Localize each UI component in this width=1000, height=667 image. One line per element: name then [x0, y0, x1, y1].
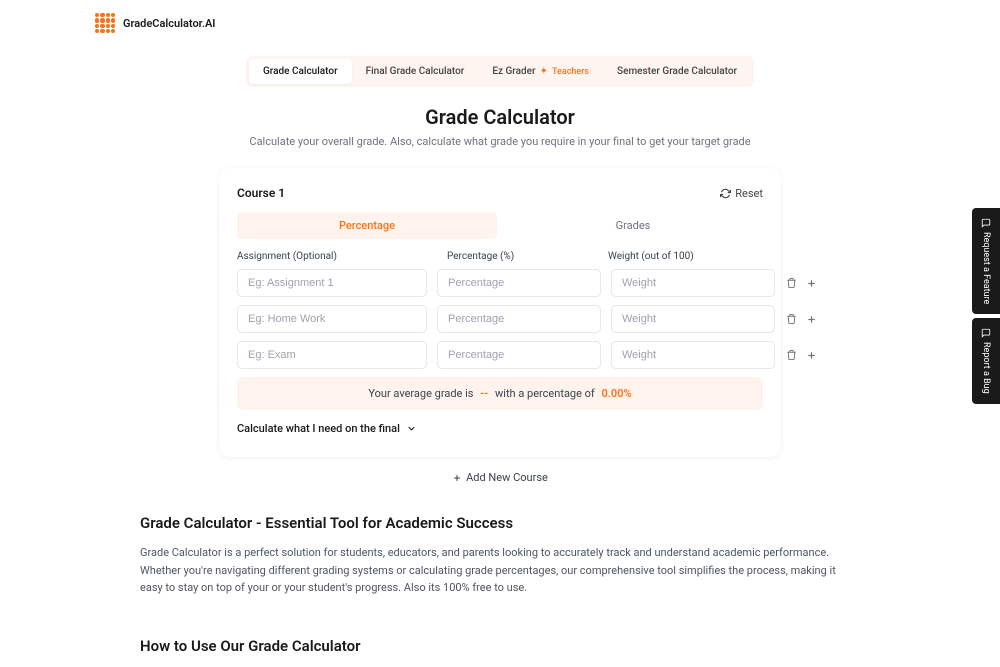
request-feature-button[interactable]: Request a Feature: [972, 208, 1000, 314]
brand-text[interactable]: GradeCalculator.AI: [123, 17, 215, 30]
delete-row-button[interactable]: [785, 348, 797, 362]
plus-icon: [806, 314, 817, 325]
how-title: How to Use Our Grade Calculator: [140, 637, 860, 655]
page-subtitle: Calculate your overall grade. Also, calc…: [0, 135, 1000, 148]
how-section: How to Use Our Grade Calculator: [120, 637, 880, 655]
mode-tab-grades[interactable]: Grades: [503, 212, 763, 239]
essential-section: Grade Calculator - Essential Tool for Ac…: [120, 514, 880, 597]
result-grade-value: --: [480, 387, 488, 400]
essential-title: Grade Calculator - Essential Tool for Ac…: [140, 514, 860, 532]
final-calc-label: Calculate what I need on the final: [237, 422, 400, 435]
tab-grade-calculator[interactable]: Grade Calculator: [249, 59, 352, 84]
result-bar: Your average grade is -- with a percenta…: [237, 377, 763, 410]
refresh-icon: [720, 188, 731, 199]
assignment-input[interactable]: [237, 341, 427, 369]
tab-ez-grader[interactable]: Ez Grader ✦ Teachers: [478, 59, 603, 84]
comment-icon: [981, 328, 991, 338]
weight-input[interactable]: [611, 269, 775, 297]
final-calc-toggle[interactable]: Calculate what I need on the final: [237, 422, 763, 435]
weight-input[interactable]: [611, 341, 775, 369]
col-header-percentage: Percentage (%): [447, 251, 587, 262]
tab-semester-grade-calculator[interactable]: Semester Grade Calculator: [603, 59, 751, 84]
add-course-button[interactable]: Add New Course: [0, 471, 1000, 484]
weight-input[interactable]: [611, 305, 775, 333]
percentage-input[interactable]: [437, 305, 601, 333]
header: GradeCalculator.AI: [0, 0, 1000, 46]
logo-icon: [95, 13, 115, 33]
comment-icon: [981, 218, 991, 228]
request-feature-label: Request a Feature: [981, 232, 991, 304]
trash-icon: [786, 313, 797, 325]
teachers-badge: Teachers: [552, 67, 589, 77]
sparkle-icon: ✦: [540, 66, 548, 77]
tab-final-grade-calculator[interactable]: Final Grade Calculator: [352, 59, 479, 84]
reset-label: Reset: [735, 187, 763, 200]
essential-body: Grade Calculator is a perfect solution f…: [140, 544, 860, 597]
page-title: Grade Calculator: [0, 105, 1000, 129]
plus-icon: [452, 473, 462, 483]
trash-icon: [786, 349, 797, 361]
tab-ez-grader-label: Ez Grader: [492, 66, 535, 77]
result-mid: with a percentage of: [495, 387, 595, 400]
result-prefix: Your average grade is: [368, 387, 473, 400]
chevron-down-icon: [406, 423, 417, 434]
delete-row-button[interactable]: [785, 312, 797, 326]
nav-tabs: Grade Calculator Final Grade Calculator …: [0, 56, 1000, 87]
report-bug-label: Report a Bug: [981, 342, 991, 394]
plus-icon: [806, 278, 817, 289]
add-row-button[interactable]: [805, 276, 817, 290]
add-course-label: Add New Course: [466, 471, 548, 484]
course-card: Course 1 Reset Percentage Grades Assignm…: [219, 168, 781, 457]
assignment-input[interactable]: [237, 305, 427, 333]
grade-row: [237, 341, 763, 369]
percentage-input[interactable]: [437, 341, 601, 369]
result-percentage-value: 0.00%: [602, 387, 632, 400]
mode-tab-percentage[interactable]: Percentage: [237, 212, 497, 239]
report-bug-button[interactable]: Report a Bug: [972, 318, 1000, 404]
add-row-button[interactable]: [805, 348, 817, 362]
grade-row: [237, 269, 763, 297]
col-header-weight: Weight (out of 100): [608, 251, 748, 262]
col-header-assignment: Assignment (Optional): [237, 251, 427, 262]
grade-row: [237, 305, 763, 333]
course-title: Course 1: [237, 186, 285, 200]
assignment-input[interactable]: [237, 269, 427, 297]
reset-button[interactable]: Reset: [720, 187, 763, 200]
side-tabs: Request a Feature Report a Bug: [972, 208, 1000, 404]
add-row-button[interactable]: [805, 312, 817, 326]
delete-row-button[interactable]: [785, 276, 797, 290]
plus-icon: [806, 350, 817, 361]
percentage-input[interactable]: [437, 269, 601, 297]
trash-icon: [786, 277, 797, 289]
